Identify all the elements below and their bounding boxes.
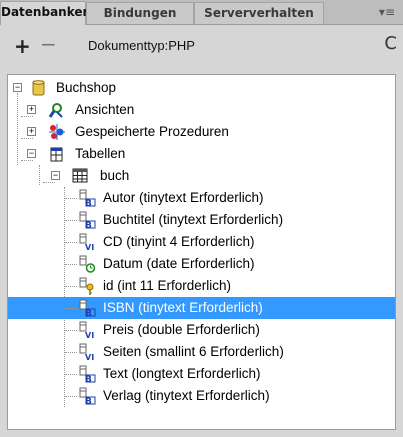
text-column-icon: B xyxy=(79,299,96,317)
tree-node-column[interactable]: VI CD (tinyint 4 Erforderlich) xyxy=(8,231,388,253)
panel-menu-icon[interactable]: ▾≡ xyxy=(379,5,395,19)
svg-text:VI: VI xyxy=(85,353,94,361)
tree-node-database[interactable]: − Buchshop xyxy=(8,77,388,99)
tree-node-column[interactable]: VI Seiten (smallint 6 Erforderlich) xyxy=(8,341,388,363)
collapse-toggle[interactable]: − xyxy=(27,149,36,158)
tree-label-views: Ansichten xyxy=(75,102,135,117)
tree-node-procedures[interactable]: + Gespeicherte Prozeduren xyxy=(8,121,388,143)
tree-label-column: Autor (tinytext Erforderlich) xyxy=(103,190,264,205)
tables-icon xyxy=(50,147,63,162)
collapse-toggle[interactable]: − xyxy=(13,83,22,92)
tree-label-column: CD (tinyint 4 Erforderlich) xyxy=(103,234,255,249)
tree-node-column[interactable]: Datum (date Erforderlich) xyxy=(8,253,388,275)
tree-label-column: Preis (double Erforderlich) xyxy=(103,322,260,337)
databases-panel: Datenbanken Bindungen Serververhalten ▾≡… xyxy=(0,0,403,437)
tree-node-column[interactable]: B ISBN (tinytext Erforderlich) xyxy=(8,297,388,319)
tab-serververhalten[interactable]: Serververhalten xyxy=(194,2,324,24)
tree-label-table: buch xyxy=(100,168,130,183)
tree-node-column[interactable]: B Text (longtext Erforderlich) xyxy=(8,363,388,385)
tree-label-column: Verlag (tinytext Erforderlich) xyxy=(103,388,270,403)
tab-bindungen[interactable]: Bindungen xyxy=(86,2,194,24)
tree-label-column: ISBN (tinytext Erforderlich) xyxy=(103,300,263,315)
tree-node-column[interactable]: B Buchtitel (tinytext Erforderlich) xyxy=(8,209,388,231)
table-grid-icon xyxy=(72,168,88,183)
tree-label-column: id (int 11 Erforderlich) xyxy=(103,278,232,293)
tree-node-column[interactable]: B Verlag (tinytext Erforderlich) xyxy=(8,385,388,407)
tree-node-views[interactable]: + Ansichten xyxy=(8,99,388,121)
date-column-icon xyxy=(79,255,96,273)
panel-toolbar: + − Dokumenttyp:PHP C xyxy=(0,25,403,69)
remove-button[interactable]: − xyxy=(40,34,57,54)
tree-label-column: Seiten (smallint 6 Erforderlich) xyxy=(103,344,284,359)
svg-text:VI: VI xyxy=(85,331,94,339)
database-icon xyxy=(32,80,45,96)
panel-tab-bar: Datenbanken Bindungen Serververhalten ▾≡ xyxy=(0,0,403,25)
text-column-icon: B xyxy=(79,189,96,207)
tree-label-column: Datum (date Erforderlich) xyxy=(103,256,255,271)
integer-column-icon: VI xyxy=(79,233,94,251)
stored-procedures-icon xyxy=(49,124,65,140)
text-column-icon: B xyxy=(79,365,96,383)
expand-toggle[interactable]: + xyxy=(27,127,36,136)
tree-label-procedures: Gespeicherte Prozeduren xyxy=(75,124,229,139)
tree-node-tables[interactable]: − Tabellen xyxy=(8,143,388,165)
refresh-icon[interactable]: C xyxy=(384,35,397,53)
svg-text:VI: VI xyxy=(85,243,94,251)
text-column-icon: B xyxy=(79,387,96,405)
integer-column-icon: VI xyxy=(79,343,94,361)
tree-node-column[interactable]: VI Preis (double Erforderlich) xyxy=(8,319,388,341)
collapse-toggle[interactable]: − xyxy=(51,171,60,180)
tree-node-column[interactable]: id (int 11 Erforderlich) xyxy=(8,275,388,297)
add-button[interactable]: + xyxy=(14,36,31,56)
tree-node-column[interactable]: B Autor (tinytext Erforderlich) xyxy=(8,187,388,209)
tree-node-table-buch[interactable]: − buch xyxy=(8,165,388,187)
tree-label-tables: Tabellen xyxy=(75,146,126,161)
tab-datenbanken[interactable]: Datenbanken xyxy=(0,1,91,25)
tree-label-column: Text (longtext Erforderlich) xyxy=(103,366,261,381)
integer-column-icon: VI xyxy=(79,321,94,339)
expand-toggle[interactable]: + xyxy=(27,105,36,114)
document-type-label: Dokumenttyp:PHP xyxy=(88,38,195,53)
text-column-icon: B xyxy=(79,211,96,229)
key-column-icon xyxy=(79,277,94,295)
database-tree[interactable]: − Buchshop + Ansichten + Gespeicherte Pr… xyxy=(7,74,396,430)
tree-label-root: Buchshop xyxy=(56,80,117,95)
views-icon xyxy=(48,103,63,118)
tree-label-column: Buchtitel (tinytext Erforderlich) xyxy=(103,212,284,227)
